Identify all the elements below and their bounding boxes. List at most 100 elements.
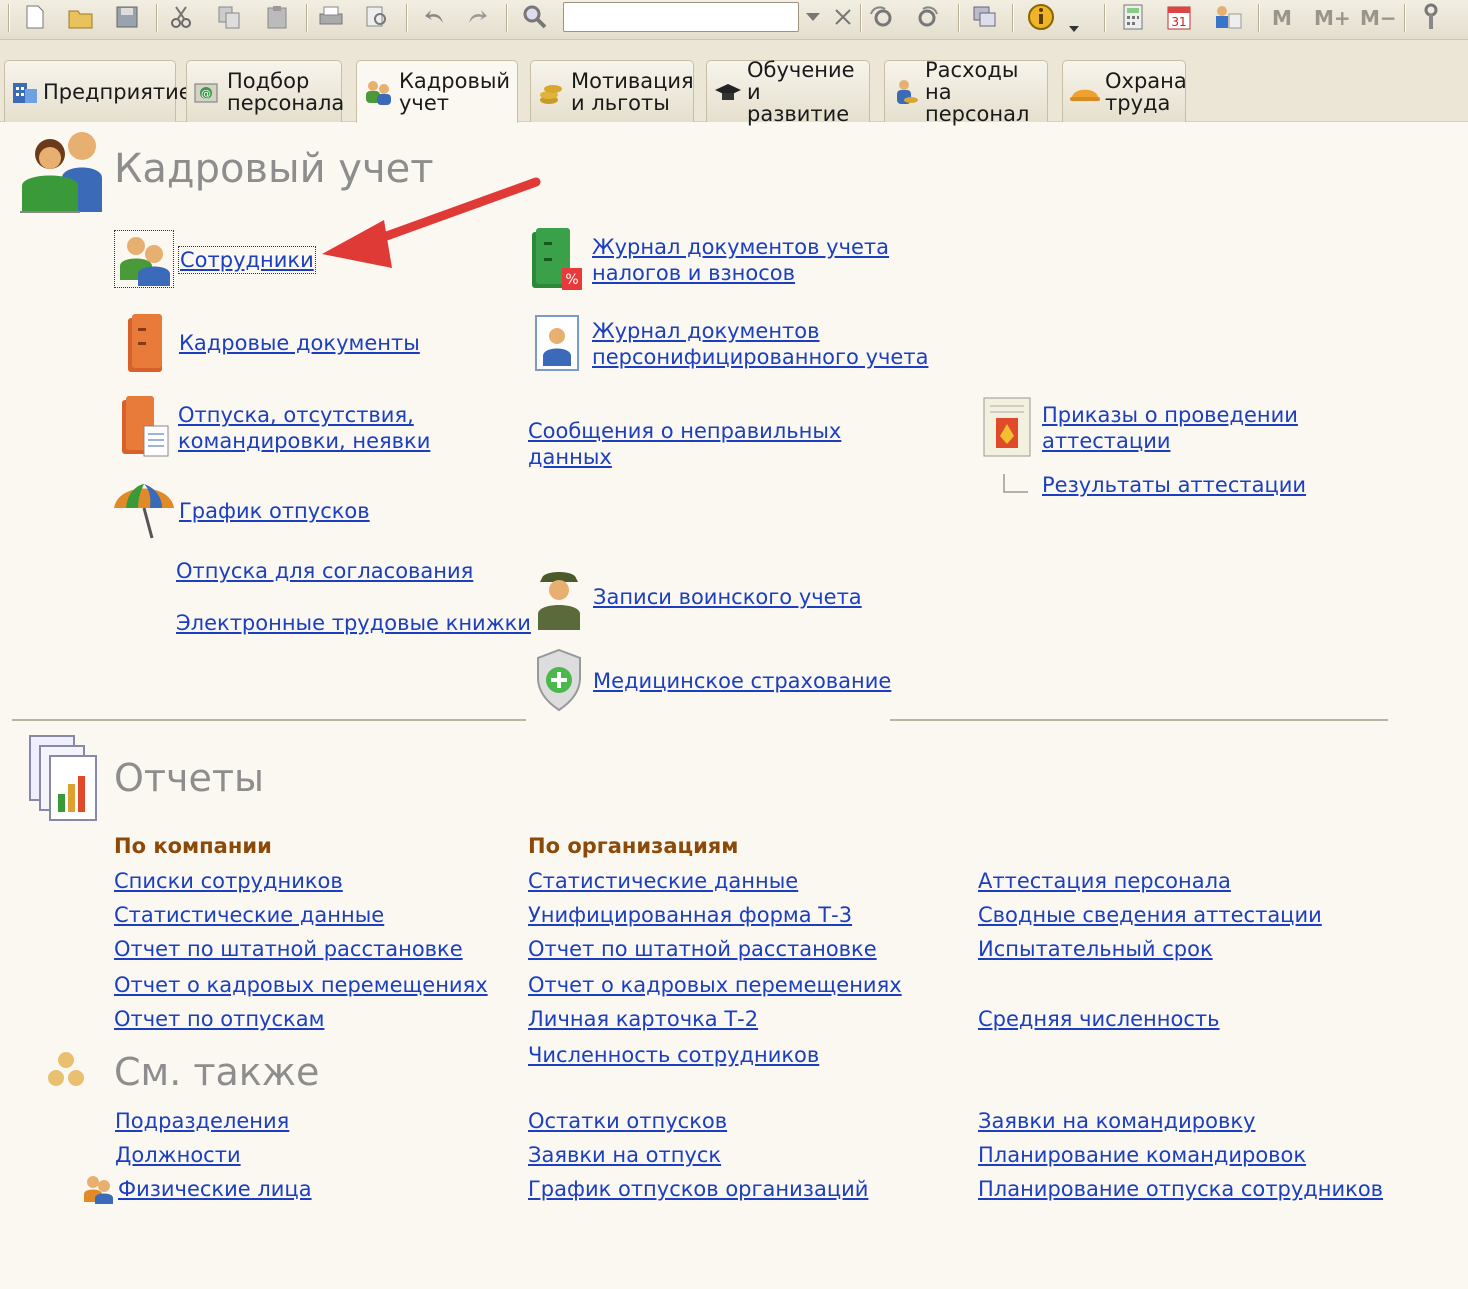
report-link[interactable]: Личная карточка Т-2 xyxy=(528,1006,758,1032)
report-link[interactable]: Отчет о кадровых перемещениях xyxy=(114,972,488,998)
tax-journal-link-line2[interactable]: налогов и взносов xyxy=(592,260,795,286)
employees-icon[interactable] xyxy=(116,232,172,286)
see-also-link[interactable]: Подразделения xyxy=(115,1108,289,1134)
report-link[interactable]: Средняя численность xyxy=(978,1006,1220,1032)
e-workbooks-link[interactable]: Электронные трудовые книжки xyxy=(176,610,531,636)
tab-training[interactable]: Обучение и развитие xyxy=(706,59,870,125)
tab-recruitment[interactable]: @ Подбор персонала xyxy=(186,60,344,122)
search-prev-icon[interactable] xyxy=(912,4,942,30)
search-dropdown-icon[interactable] xyxy=(802,4,824,30)
toolbar-separator xyxy=(1104,4,1106,32)
see-also-link[interactable]: Заявки на командировку xyxy=(978,1108,1255,1134)
toolbar-separator xyxy=(1012,4,1014,32)
search-input[interactable] xyxy=(563,2,799,32)
hr-documents-icon[interactable] xyxy=(124,312,166,374)
svg-text:31: 31 xyxy=(1171,15,1186,29)
report-link[interactable]: Статистические данные xyxy=(114,902,384,928)
medical-insurance-icon[interactable] xyxy=(534,648,584,712)
tab-label: учет xyxy=(399,90,449,115)
search-clear-icon[interactable] xyxy=(830,4,856,30)
see-also-link[interactable]: Заявки на отпуск xyxy=(528,1142,721,1168)
tab-motivation[interactable]: Мотивация и льготы xyxy=(530,60,694,122)
settings-icon[interactable] xyxy=(1418,3,1444,30)
paste-icon[interactable] xyxy=(264,4,290,30)
see-also-link[interactable]: Должности xyxy=(115,1142,241,1168)
redo-icon[interactable] xyxy=(464,4,490,30)
vacation-schedule-link[interactable]: График отпусков xyxy=(179,498,370,524)
report-link[interactable]: Унифицированная форма Т-3 xyxy=(528,902,852,928)
wrong-data-link-line2[interactable]: данных xyxy=(528,444,612,470)
memory-button[interactable]: M xyxy=(1272,6,1292,30)
recruitment-icon: @ xyxy=(194,83,218,102)
attestation-orders-icon[interactable] xyxy=(982,396,1036,460)
attestation-orders-link[interactable]: Приказы о проведении xyxy=(1042,402,1298,428)
military-icon[interactable] xyxy=(534,568,584,630)
see-also-link[interactable]: Остатки отпусков xyxy=(528,1108,727,1134)
umbrella-icon[interactable] xyxy=(112,478,176,542)
calendar-icon[interactable]: 31 xyxy=(1166,4,1192,30)
military-link[interactable]: Записи воинского учета xyxy=(593,584,862,610)
memory-add-button[interactable]: M+ xyxy=(1314,6,1351,30)
building-icon xyxy=(13,82,37,103)
medical-link[interactable]: Медицинское страхование xyxy=(593,668,891,694)
reports-organizations-header: По организациям xyxy=(528,834,739,858)
undo-icon[interactable] xyxy=(422,4,448,30)
see-also-link[interactable]: Планирование отпуска сотрудников xyxy=(978,1176,1383,1202)
print-icon[interactable] xyxy=(318,4,344,30)
personal-journal-link-line2[interactable]: персонифицированного учета xyxy=(592,344,928,370)
individuals-icon[interactable] xyxy=(82,1174,114,1204)
windows-icon[interactable] xyxy=(972,4,998,30)
report-link[interactable]: Сводные сведения аттестации xyxy=(978,902,1322,928)
absences-link[interactable]: Отпуска, отсутствия, xyxy=(178,402,414,428)
report-link[interactable]: Аттестация персонала xyxy=(978,868,1231,894)
report-link[interactable]: Списки сотрудников xyxy=(114,868,343,894)
report-link[interactable]: Численность сотрудников xyxy=(528,1042,819,1068)
search-next-icon[interactable] xyxy=(866,4,896,30)
personal-journal-link[interactable]: Журнал документов xyxy=(592,318,820,344)
svg-text:@: @ xyxy=(201,89,211,100)
toolbar-separator xyxy=(306,4,308,32)
tab-labor-safety[interactable]: Охрана труда xyxy=(1062,60,1187,122)
absences-icon[interactable] xyxy=(118,394,172,460)
cut-icon[interactable] xyxy=(168,4,194,30)
print-preview-icon[interactable] xyxy=(364,4,390,30)
report-link[interactable]: Отчет о кадровых перемещениях xyxy=(528,972,902,998)
report-link[interactable]: Отчет по отпускам xyxy=(114,1006,324,1032)
absences-link-line2[interactable]: командировки, неявки xyxy=(178,428,430,454)
section-divider xyxy=(890,719,1388,721)
wrong-data-link[interactable]: Сообщения о неправильных xyxy=(528,418,841,444)
new-document-icon[interactable] xyxy=(22,4,48,30)
tab-enterprise[interactable]: Предприятие xyxy=(4,60,192,122)
report-link[interactable]: Статистические данные xyxy=(528,868,798,894)
vacations-approval-link[interactable]: Отпуска для согласования xyxy=(176,558,473,584)
save-icon[interactable] xyxy=(114,4,140,30)
info-icon[interactable] xyxy=(1026,4,1056,30)
employees-link[interactable]: Сотрудники xyxy=(178,246,316,274)
tax-journal-link[interactable]: Журнал документов учета xyxy=(592,234,889,260)
find-icon[interactable] xyxy=(522,4,548,30)
hr-section-icon xyxy=(20,132,102,213)
info-dropdown-icon[interactable] xyxy=(1066,16,1082,42)
report-link[interactable]: Отчет по штатной расстановке xyxy=(528,936,877,962)
report-link[interactable]: Отчет по штатной расстановке xyxy=(114,936,463,962)
section-divider xyxy=(12,719,526,721)
calculator-icon[interactable] xyxy=(1120,4,1146,30)
open-folder-icon[interactable] xyxy=(68,4,94,30)
see-also-link[interactable]: Физические лица xyxy=(118,1176,312,1202)
see-also-link[interactable]: График отпусков организаций xyxy=(528,1176,868,1202)
toolbar-separator xyxy=(860,4,862,32)
hr-documents-link[interactable]: Кадровые документы xyxy=(179,330,420,356)
attestation-orders-link-line2[interactable]: аттестации xyxy=(1042,428,1171,454)
person-money-icon xyxy=(897,79,918,104)
report-link[interactable]: Испытательный срок xyxy=(978,936,1213,962)
tab-hr-accounting[interactable]: Кадровый учет xyxy=(356,60,518,123)
copy-icon[interactable] xyxy=(216,4,242,30)
tab-personnel-costs[interactable]: Расходы на персонал xyxy=(884,59,1048,125)
users-icon[interactable] xyxy=(1212,4,1244,30)
memory-subtract-button[interactable]: M− xyxy=(1360,6,1397,30)
attestation-results-link[interactable]: Результаты аттестации xyxy=(1042,472,1306,498)
coins-icon xyxy=(540,84,562,104)
tax-journal-icon[interactable]: % xyxy=(530,226,586,292)
see-also-link[interactable]: Планирование командировок xyxy=(978,1142,1306,1168)
personal-journal-icon[interactable] xyxy=(534,314,580,372)
